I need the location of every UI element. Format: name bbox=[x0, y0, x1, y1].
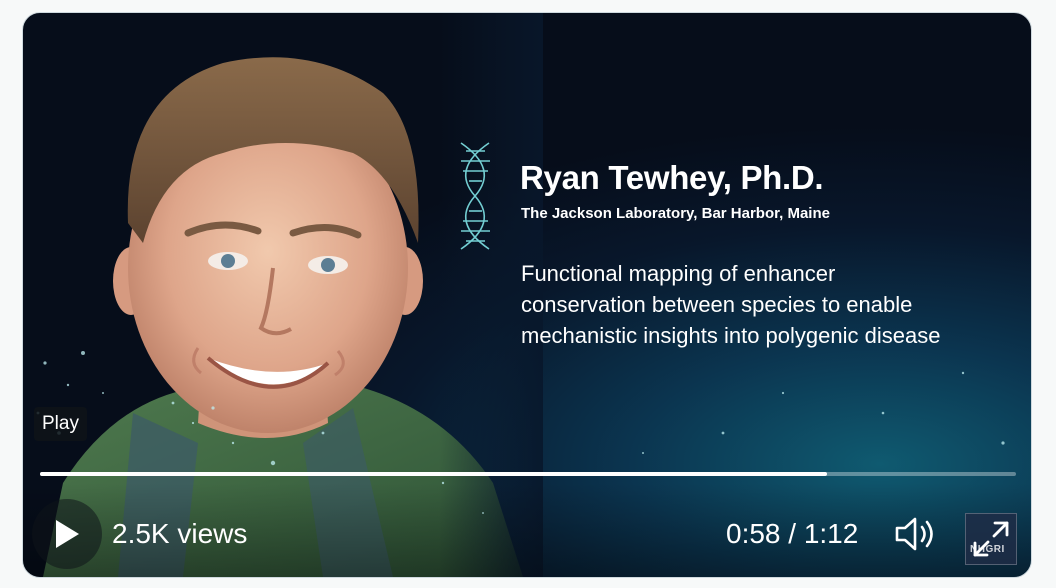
volume-button[interactable] bbox=[893, 513, 939, 555]
video-player[interactable]: Ryan Tewhey, Ph.D. The Jackson Laborator… bbox=[22, 12, 1032, 578]
progress-fill bbox=[40, 472, 827, 476]
dna-helix-icon bbox=[460, 142, 490, 250]
progress-bar[interactable] bbox=[40, 472, 1016, 476]
view-count: 2.5K views bbox=[112, 518, 248, 549]
speaker-affiliation: The Jackson Laboratory, Bar Harbor, Main… bbox=[521, 205, 830, 222]
expand-icon bbox=[973, 521, 1009, 557]
timecode: 0:58 / 1:12 bbox=[726, 518, 859, 549]
play-tooltip: Play bbox=[34, 407, 87, 441]
play-icon bbox=[56, 520, 79, 548]
speaker-name: Ryan Tewhey, Ph.D. bbox=[520, 159, 824, 196]
play-button[interactable] bbox=[32, 499, 102, 569]
talk-title: Functional mapping of enhancer conservat… bbox=[521, 261, 941, 348]
volume-icon bbox=[895, 517, 933, 551]
fullscreen-button[interactable]: NHGRI bbox=[965, 513, 1017, 565]
tweet-media-frame: Ryan Tewhey, Ph.D. The Jackson Laborator… bbox=[0, 0, 1056, 588]
